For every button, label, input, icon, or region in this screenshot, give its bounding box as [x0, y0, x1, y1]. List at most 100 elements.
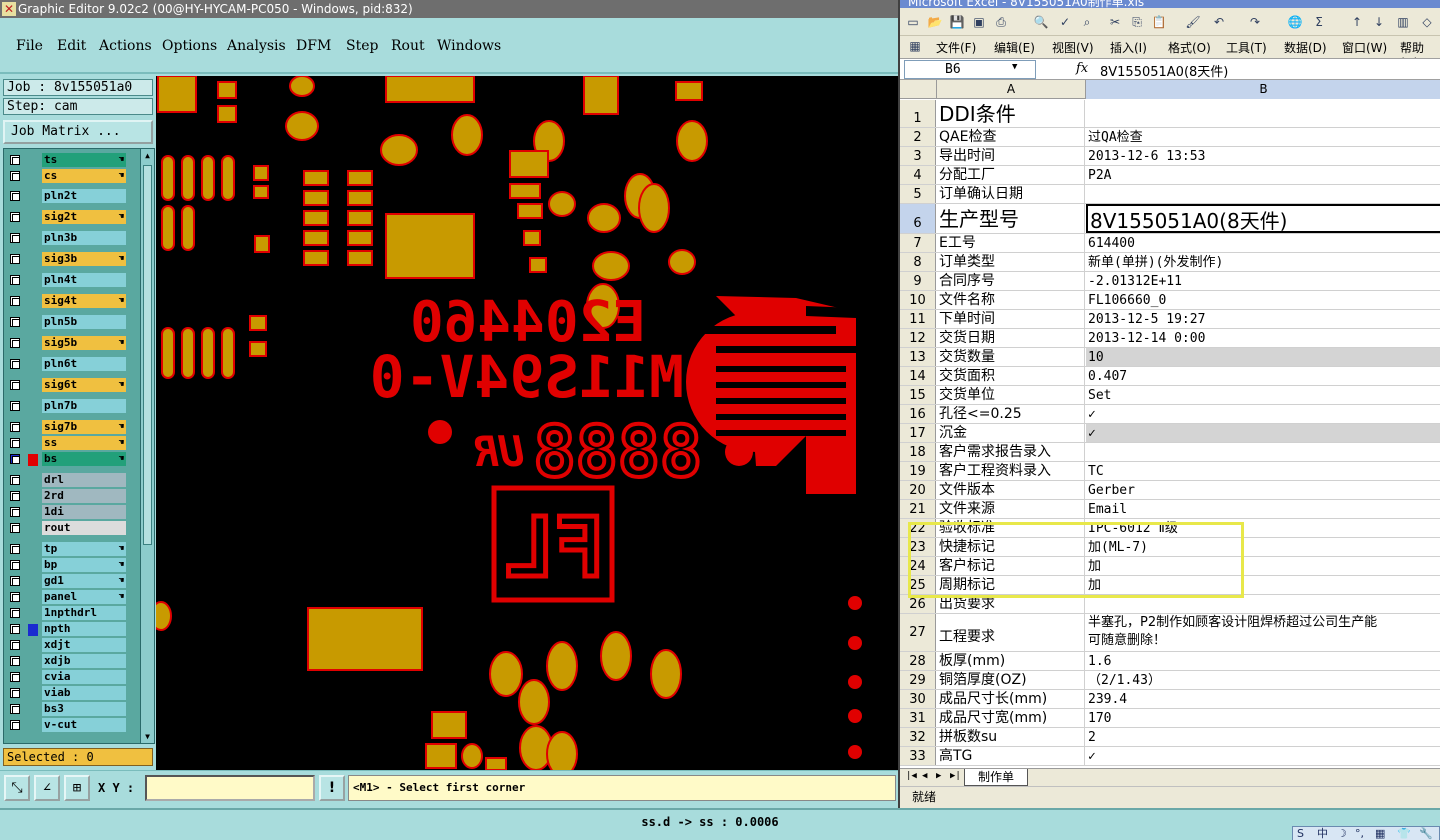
xmenu-file[interactable]: 文件(F): [936, 39, 976, 56]
affected-hand-icon[interactable]: ☚: [119, 336, 124, 350]
row-header[interactable]: 9: [900, 272, 936, 290]
row-header[interactable]: 31: [900, 709, 936, 727]
ime-keyboard-icon[interactable]: ▦: [1375, 827, 1385, 840]
cell-b[interactable]: -2.01312E+11: [1086, 272, 1440, 290]
cell-b[interactable]: 加: [1086, 557, 1440, 575]
layer-checkbox[interactable]: [10, 688, 20, 698]
row-header[interactable]: 29: [900, 671, 936, 689]
xy-input[interactable]: [145, 775, 315, 801]
xmenu-window[interactable]: 窗口(W): [1342, 39, 1387, 56]
layer-checkbox[interactable]: [10, 401, 20, 411]
prev-sheet-icon[interactable]: ◀: [922, 771, 927, 781]
affected-hand-icon[interactable]: ☚: [119, 590, 124, 604]
alert-button[interactable]: !: [319, 775, 345, 801]
layer-checkbox[interactable]: [10, 422, 20, 432]
zoom-box-icon[interactable]: ⤡: [4, 775, 30, 801]
layer-checkbox[interactable]: [10, 155, 20, 165]
layer-checkbox[interactable]: [10, 624, 20, 634]
permission-icon[interactable]: ▣: [970, 13, 988, 31]
spelling-icon[interactable]: ✓: [1056, 13, 1074, 31]
row-header[interactable]: 12: [900, 329, 936, 347]
layer-checkbox[interactable]: [10, 640, 20, 650]
layer-row-npth[interactable]: npth: [6, 622, 126, 636]
cell-a[interactable]: E工号: [937, 234, 1085, 252]
layer-checkbox[interactable]: [10, 233, 20, 243]
layer-row-viab[interactable]: viab: [6, 686, 126, 700]
excel-doc-icon[interactable]: ▦: [906, 37, 924, 55]
xmenu-data[interactable]: 数据(D): [1284, 39, 1327, 56]
layer-row-bs3[interactable]: bs3: [6, 702, 126, 716]
menu-actions[interactable]: Actions: [99, 38, 152, 54]
layer-row-pln7b[interactable]: pln7b: [6, 399, 126, 413]
cell-a[interactable]: 板厚(mm): [937, 652, 1085, 670]
row-header[interactable]: 22: [900, 519, 936, 537]
cell-b[interactable]: （2/1.43）: [1086, 671, 1440, 689]
layer-row-gd1[interactable]: gd1 ☚: [6, 574, 126, 588]
menu-dfm[interactable]: DFM: [296, 38, 331, 54]
cell-a[interactable]: 高TG: [937, 747, 1085, 765]
affected-hand-icon[interactable]: ☚: [119, 252, 124, 266]
layer-checkbox[interactable]: [10, 317, 20, 327]
cell-b[interactable]: [1086, 595, 1440, 613]
cell-a[interactable]: 下单时间: [937, 310, 1085, 328]
row-header[interactable]: 11: [900, 310, 936, 328]
layer-row-sig5b[interactable]: sig5b ☚: [6, 336, 126, 350]
cell-b[interactable]: ✓: [1086, 424, 1440, 442]
snap-icon[interactable]: ∠: [34, 775, 60, 801]
layer-checkbox[interactable]: [10, 576, 20, 586]
cell-b[interactable]: [1086, 185, 1440, 203]
layer-checkbox[interactable]: [10, 171, 20, 181]
cell-a[interactable]: 文件来源: [937, 500, 1085, 518]
row-header[interactable]: 32: [900, 728, 936, 746]
row-header[interactable]: 23: [900, 538, 936, 556]
cell-a[interactable]: 生产型号: [937, 204, 1085, 233]
cell-b[interactable]: 8V155051A0(8天件): [1086, 204, 1440, 233]
layer-checkbox[interactable]: [10, 720, 20, 730]
cell-a[interactable]: 订单确认日期: [937, 185, 1085, 203]
row-header[interactable]: 15: [900, 386, 936, 404]
grid-icon[interactable]: ⊞: [64, 775, 90, 801]
layer-row-sig3b[interactable]: sig3b ☚: [6, 252, 126, 266]
layer-checkbox[interactable]: [10, 560, 20, 570]
cell-b[interactable]: 2: [1086, 728, 1440, 746]
layer-row-1npthdrl[interactable]: 1npthdrl: [6, 606, 126, 620]
layer-checkbox[interactable]: [10, 454, 20, 464]
column-header-b[interactable]: B: [1086, 80, 1440, 99]
layer-color-marker[interactable]: [28, 454, 38, 466]
xmenu-insert[interactable]: 插入(I): [1110, 39, 1147, 56]
layer-row-ts[interactable]: ts ☚: [6, 153, 126, 167]
row-header[interactable]: 4: [900, 166, 936, 184]
layer-row-bp[interactable]: bp ☚: [6, 558, 126, 572]
cell-b[interactable]: 2013-12-14 0:00: [1086, 329, 1440, 347]
cell-b[interactable]: 2013-12-5 19:27: [1086, 310, 1440, 328]
affected-hand-icon[interactable]: ☚: [119, 420, 124, 434]
row-header[interactable]: 14: [900, 367, 936, 385]
affected-hand-icon[interactable]: ☚: [119, 542, 124, 556]
layer-checkbox[interactable]: [10, 275, 20, 285]
pcb-canvas[interactable]: E204460 M11S94V-0 8888 UR FL: [156, 76, 868, 770]
affected-hand-icon[interactable]: ☚: [119, 294, 124, 308]
job-matrix-button[interactable]: Job Matrix ...: [3, 120, 153, 144]
cell-a[interactable]: 交货单位: [937, 386, 1085, 404]
row-header[interactable]: 10: [900, 291, 936, 309]
cell-a[interactable]: 验收标准: [937, 519, 1085, 537]
ime-punct-icon[interactable]: °,: [1355, 827, 1364, 840]
layer-row-pln6t[interactable]: pln6t: [6, 357, 126, 371]
column-header-a[interactable]: A: [937, 80, 1086, 99]
layer-checkbox[interactable]: [10, 296, 20, 306]
cell-b[interactable]: FL106660_0: [1086, 291, 1440, 309]
layer-checkbox[interactable]: [10, 359, 20, 369]
cell-b[interactable]: Gerber: [1086, 481, 1440, 499]
layer-row-pln3b[interactable]: pln3b: [6, 231, 126, 245]
menu-edit[interactable]: Edit: [57, 38, 86, 54]
layer-row-sig6t[interactable]: sig6t ☚: [6, 378, 126, 392]
row-header[interactable]: 16: [900, 405, 936, 423]
ime-logo-icon[interactable]: S: [1297, 827, 1304, 840]
row-header[interactable]: 8: [900, 253, 936, 271]
cell-a[interactable]: 沉金: [937, 424, 1085, 442]
scroll-up-icon[interactable]: ▲: [142, 150, 153, 161]
ime-moon-icon[interactable]: ☽: [1337, 827, 1347, 840]
cell-b[interactable]: 170: [1086, 709, 1440, 727]
row-header[interactable]: 33: [900, 747, 936, 765]
layer-row-pln4t[interactable]: pln4t: [6, 273, 126, 287]
